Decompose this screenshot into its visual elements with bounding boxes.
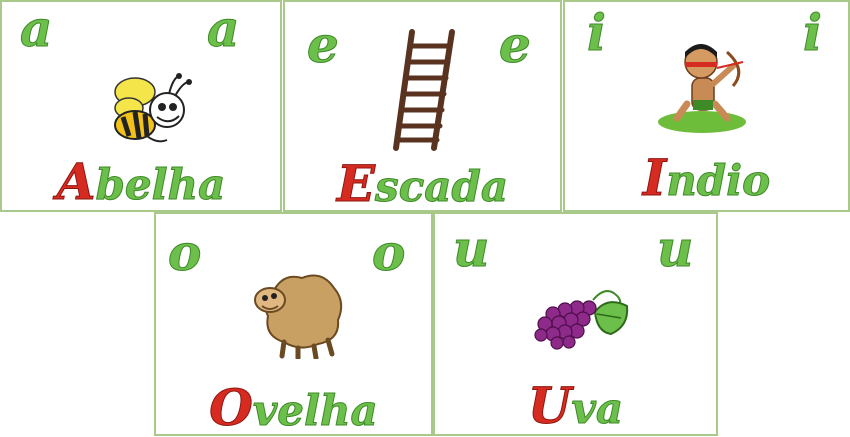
word-uva: Uva — [435, 380, 716, 433]
letter-right: i — [803, 3, 823, 62]
word-abelha: Abelha — [2, 156, 280, 209]
word-rest: belha — [95, 160, 226, 209]
sheep-icon — [254, 274, 343, 359]
card-uva: u u Uva — [433, 212, 718, 436]
grapes-icon — [534, 290, 629, 350]
word-initial: A — [56, 152, 96, 211]
card-abelha: a a Abelha — [0, 0, 282, 212]
archer-boy-icon — [658, 44, 746, 133]
letter-left: u — [452, 219, 490, 278]
bee-icon — [114, 73, 192, 143]
ladder-icon — [393, 29, 455, 151]
word-initial: I — [642, 148, 667, 207]
word-rest: va — [571, 384, 624, 433]
word-initial: O — [209, 378, 254, 437]
word-rest: velha — [252, 386, 378, 435]
word-initial: E — [336, 154, 376, 213]
word-rest: scada — [375, 162, 509, 211]
word-initial: U — [527, 376, 572, 435]
card-indio: i i Indio — [563, 0, 850, 212]
letter-right: o — [371, 223, 406, 282]
word-indio: Indio — [565, 152, 848, 205]
card-escada: e e Escada — [283, 0, 562, 212]
letter-left: i — [587, 3, 607, 62]
letter-right: e — [499, 15, 532, 74]
word-ovelha: Ovelha — [156, 382, 431, 435]
word-escada: Escada — [285, 158, 560, 211]
letter-left: a — [19, 0, 53, 58]
letter-right: u — [656, 219, 694, 278]
letter-right: a — [206, 0, 240, 58]
card-ovelha: o o Ovelha — [154, 212, 433, 436]
word-rest: ndio — [666, 156, 771, 205]
letter-left: o — [167, 223, 202, 282]
letter-left: e — [307, 15, 340, 74]
